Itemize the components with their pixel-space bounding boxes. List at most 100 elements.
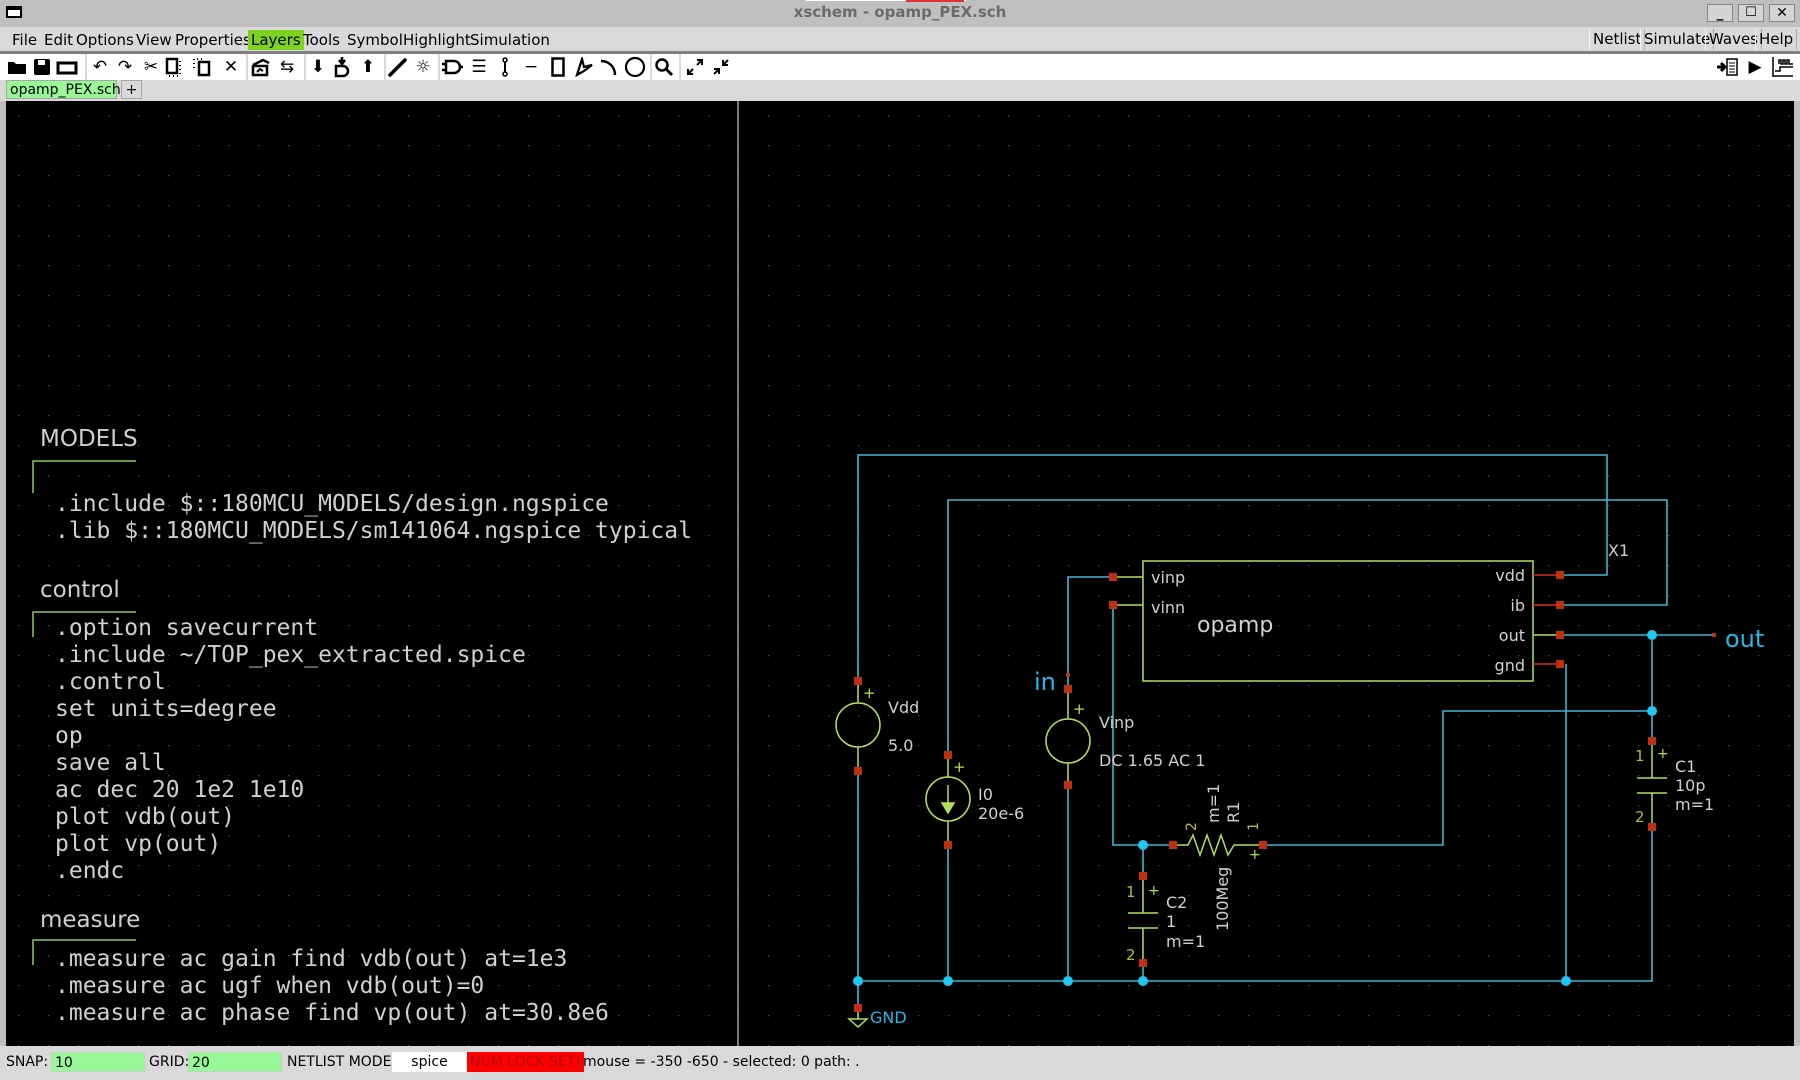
control-line-7[interactable]: ac dec 20 1e2 1e10	[55, 777, 304, 803]
arc-icon[interactable]	[598, 56, 620, 78]
grid-input[interactable]: 20	[188, 1052, 282, 1072]
move-icon[interactable]	[191, 56, 213, 78]
control-line-3[interactable]: .control	[55, 669, 166, 695]
status-bar: SNAP: 10 GRID: 20 NETLIST MODE: spice NU…	[0, 1050, 1800, 1074]
netlist-icon[interactable]	[1716, 56, 1738, 78]
copy-icon[interactable]	[164, 56, 186, 78]
vdd-value: 5.0	[888, 736, 913, 755]
schematic-canvas[interactable]: MODELS .include $::180MCU_MODELS/design.…	[6, 101, 1794, 1046]
symbol-icon[interactable]	[441, 56, 463, 78]
zoom-icon[interactable]	[653, 56, 675, 78]
c1-capacitor[interactable]: + 1 2 C1 10p m=1	[1635, 741, 1714, 827]
vinp-source[interactable]: + Vinp DC 1.65 AC 1	[1045, 689, 1205, 785]
c2-mult: m=1	[1166, 932, 1205, 951]
tab-opamp-pex[interactable]: opamp_PEX.sch	[6, 80, 121, 99]
wire-vinp[interactable]	[1067, 576, 1113, 689]
models-line-1[interactable]: .include $::180MCU_MODELS/design.ngspice	[55, 491, 609, 517]
menu-symbol[interactable]: Symbol	[344, 30, 406, 50]
tab-bar: opamp_PEX.sch +	[0, 80, 1800, 101]
wires	[857, 454, 1714, 1008]
open-icon[interactable]	[6, 56, 28, 78]
menu-bar: File Edit Options View Properties Layers…	[0, 28, 1800, 54]
save-icon[interactable]	[31, 56, 53, 78]
descend-icon[interactable]: ⬇	[307, 56, 329, 78]
waves-icon[interactable]	[1771, 56, 1793, 78]
netlist-mode-label: NETLIST MODE:	[287, 1054, 397, 1070]
snap-input[interactable]: 10	[51, 1052, 145, 1072]
waves-button[interactable]: Waves	[1705, 29, 1762, 50]
control-line-5[interactable]: op	[55, 723, 83, 749]
maximize-button[interactable]: ☐	[1738, 4, 1764, 22]
models-line-2[interactable]: .lib $::180MCU_MODELS/sm141064.ngspice t…	[55, 518, 692, 544]
zoom-in-icon[interactable]	[710, 56, 732, 78]
rect-icon[interactable]	[547, 56, 569, 78]
net-label-out[interactable]: out	[1725, 625, 1764, 653]
junction-dot	[1647, 706, 1657, 716]
redo-icon[interactable]: ↷	[114, 56, 136, 78]
control-line-6[interactable]: save all	[55, 750, 166, 776]
pin-label-vinn: vinn	[1151, 598, 1185, 617]
control-line-4[interactable]: set units=degree	[55, 696, 277, 722]
line-icon[interactable]: −	[520, 56, 542, 78]
plus-sign: +	[1657, 746, 1669, 762]
menu-options[interactable]: Options	[73, 30, 137, 50]
undo-icon[interactable]: ↶	[89, 56, 111, 78]
new-tab-button[interactable]: +	[121, 80, 142, 99]
vdd-source[interactable]: + Vdd 5.0	[835, 681, 919, 771]
menu-edit[interactable]: Edit	[41, 30, 76, 50]
toolbar: ↶ ↷ ✂ ✕ ⇆ ⬇ ⬆ ☼ ☰ − ▶	[0, 54, 1800, 80]
close-button[interactable]: ✕	[1769, 4, 1795, 22]
simulate-button[interactable]: Simulate	[1640, 29, 1715, 50]
plus-sign: +	[953, 758, 966, 776]
opamp-symbol[interactable]: X1 opamp vinp vinn vdd ib out gnd	[1113, 541, 1629, 682]
menu-properties[interactable]: Properties	[172, 30, 254, 50]
minimize-button[interactable]: _	[1707, 4, 1733, 22]
menu-highlight[interactable]: Highlight	[400, 30, 474, 50]
schematic-svg: MODELS .include $::180MCU_MODELS/design.…	[18, 101, 1790, 1046]
menu-tools[interactable]: Tools	[300, 30, 343, 50]
place-symbol-icon[interactable]	[250, 56, 272, 78]
zoom-out-icon[interactable]	[684, 56, 706, 78]
menu-file[interactable]: File	[9, 30, 40, 50]
circle-icon[interactable]	[624, 56, 646, 78]
help-button[interactable]: Help	[1755, 29, 1798, 50]
pin-icon[interactable]	[494, 56, 516, 78]
netlist-button[interactable]: Netlist	[1589, 29, 1646, 50]
wire-ib[interactable]	[947, 499, 1668, 755]
r1-name: R1	[1224, 802, 1243, 823]
c1-name: C1	[1675, 757, 1696, 776]
menu-layers[interactable]: Layers	[248, 30, 304, 50]
wire-icon[interactable]	[387, 56, 409, 78]
reload-icon[interactable]	[56, 56, 78, 78]
vdd-name: Vdd	[888, 698, 919, 717]
control-line-9[interactable]: plot vp(out)	[55, 831, 221, 857]
i0-source[interactable]: + I0 20e-6	[925, 755, 1024, 845]
c2-capacitor[interactable]: + 1 2 C2 1 m=1	[1126, 876, 1205, 964]
net-label-in[interactable]: in	[1034, 668, 1056, 696]
models-bracket	[32, 460, 136, 493]
menu-simulation[interactable]: Simulation	[467, 30, 553, 50]
pin-label-ib: ib	[1510, 596, 1525, 615]
menu-view[interactable]: View	[133, 30, 175, 50]
highlight-icon[interactable]: ☼	[412, 56, 434, 78]
text-icon[interactable]: ☰	[468, 56, 490, 78]
simulate-icon[interactable]: ▶	[1744, 56, 1766, 78]
ascend-icon[interactable]: ⬆	[357, 56, 379, 78]
control-line-1[interactable]: .option savecurrent	[55, 615, 318, 641]
cut-icon[interactable]: ✂	[140, 56, 162, 78]
delete-icon[interactable]: ✕	[220, 56, 242, 78]
control-line-2[interactable]: .include ~/TOP_pex_extracted.spice	[55, 642, 526, 668]
swap-icon[interactable]: ⇆	[276, 56, 298, 78]
wire-r1-right[interactable]	[1263, 710, 1652, 846]
netlist-mode-select[interactable]: spice	[392, 1052, 467, 1072]
descend-symbol-icon[interactable]	[331, 56, 353, 78]
measure-line-3[interactable]: .measure ac phase find vp(out) at=30.8e6	[55, 1000, 609, 1026]
control-line-10[interactable]: .endc	[55, 858, 124, 884]
polygon-icon[interactable]	[573, 56, 595, 78]
voltage-source-icon	[835, 702, 881, 748]
control-line-8[interactable]: plot vdb(out)	[55, 804, 235, 830]
measure-line-1[interactable]: .measure ac gain find vdb(out) at=1e3	[55, 946, 567, 972]
junction-dot	[1561, 976, 1571, 986]
junction-dot	[1138, 976, 1148, 986]
measure-line-2[interactable]: .measure ac ugf when vdb(out)=0	[55, 973, 484, 999]
